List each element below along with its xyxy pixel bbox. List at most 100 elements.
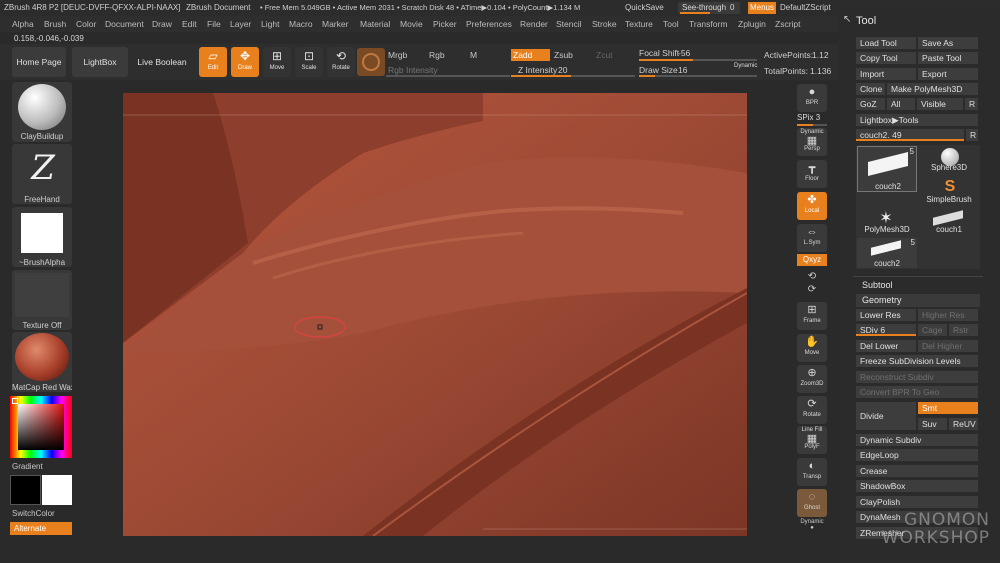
draw-mode-button[interactable]: ✥ Draw xyxy=(231,47,259,77)
goz-button[interactable]: GoZ xyxy=(856,98,885,110)
bpr-button[interactable]: ● BPR xyxy=(797,84,827,112)
zoom3d-button[interactable]: ⊕ Zoom3D xyxy=(797,365,827,393)
menu-macro[interactable]: Macro xyxy=(289,19,313,29)
rotate-axis-icons[interactable]: ⟲ ⟳ xyxy=(804,270,820,296)
reconstruct-subdiv-button[interactable]: Reconstruct Subdiv xyxy=(856,371,978,383)
tool-thumb-couch2-active[interactable]: 5 couch2 xyxy=(857,146,917,192)
goz-all-button[interactable]: All xyxy=(887,98,915,110)
texture-selector[interactable]: Texture Off xyxy=(12,270,72,330)
move-view-button[interactable]: ✋ Move xyxy=(797,334,827,362)
current-tool-slider[interactable]: couch2. 49 xyxy=(856,129,964,141)
zadd-button[interactable]: Zadd xyxy=(511,49,550,61)
menu-brush[interactable]: Brush xyxy=(44,19,66,29)
del-higher-button[interactable]: Del Higher xyxy=(918,340,978,352)
lsym-button[interactable]: ⇔ L.Sym xyxy=(797,224,827,252)
import-button[interactable]: Import xyxy=(856,68,916,80)
menu-zscript[interactable]: Zscript xyxy=(775,19,801,29)
suv-toggle[interactable]: Suv xyxy=(918,418,947,430)
focal-shift-value[interactable]: -56 xyxy=(678,48,690,58)
menu-texture[interactable]: Texture xyxy=(625,19,653,29)
material-swatch-button[interactable] xyxy=(357,48,385,76)
higher-res-button[interactable]: Higher Res xyxy=(918,309,978,321)
scale-mode-button[interactable]: ⊡ Scale xyxy=(295,47,323,77)
menu-layer[interactable]: Layer xyxy=(230,19,251,29)
dynamesh-section[interactable]: DynaMesh xyxy=(856,511,978,523)
stroke-selector[interactable]: Z FreeHand xyxy=(12,144,72,204)
default-zscript-button[interactable]: DefaultZScript xyxy=(780,3,831,12)
menu-document[interactable]: Document xyxy=(105,19,144,29)
draw-size-track[interactable] xyxy=(639,75,757,77)
menu-render[interactable]: Render xyxy=(520,19,548,29)
goz-visible-button[interactable]: Visible xyxy=(917,98,963,110)
sdiv-slider[interactable]: SDiv 6 xyxy=(856,324,916,336)
frame-button[interactable]: ⊞ Frame xyxy=(797,302,827,330)
menu-picker[interactable]: Picker xyxy=(433,19,457,29)
quicksave-button[interactable]: QuickSave xyxy=(625,3,664,12)
smt-toggle[interactable]: Smt xyxy=(918,402,978,414)
transp-button[interactable]: ◐ Transp xyxy=(797,458,827,486)
m-button[interactable]: M xyxy=(468,49,508,61)
reuv-toggle[interactable]: ReUV xyxy=(949,418,978,430)
secondary-color-swatch[interactable] xyxy=(10,475,41,505)
lightbox-tools-button[interactable]: Lightbox▶Tools xyxy=(856,114,978,126)
alternate-button[interactable]: Alternate xyxy=(10,522,72,535)
material-selector[interactable]: MatCap Red Wax xyxy=(12,332,72,392)
rotate-mode-button[interactable]: ⟲ Rotate xyxy=(327,47,355,77)
menu-color[interactable]: Color xyxy=(76,19,96,29)
zremesher-section[interactable]: ZRemesher xyxy=(856,527,978,539)
claypolish-section[interactable]: ClayPolish xyxy=(856,496,978,508)
tool-thumb-couch1[interactable]: couch1 xyxy=(919,208,979,252)
brush-selector[interactable]: ClayBuildup xyxy=(12,82,72,142)
freeze-subdivision-button[interactable]: Freeze SubDivision Levels xyxy=(856,355,978,367)
menu-preferences[interactable]: Preferences xyxy=(466,19,512,29)
menu-movie[interactable]: Movie xyxy=(400,19,423,29)
edgeloop-section[interactable]: EdgeLoop xyxy=(856,449,978,461)
color-square[interactable] xyxy=(18,404,64,450)
geometry-section-header[interactable]: Geometry xyxy=(856,294,980,307)
dynamic-size-toggle[interactable]: Dynamic xyxy=(734,63,757,69)
floor-button[interactable]: ┳ Floor xyxy=(797,160,827,188)
mrgb-button[interactable]: Mrgb xyxy=(386,49,426,61)
z-intensity-value[interactable]: 20 xyxy=(558,65,567,75)
rstr-button[interactable]: Rstr xyxy=(949,324,978,336)
divide-button[interactable]: Divide xyxy=(856,402,916,430)
menu-marker[interactable]: Marker xyxy=(322,19,348,29)
gradient-toggle[interactable]: Gradient xyxy=(12,462,43,471)
color-picker[interactable] xyxy=(10,396,72,458)
copy-tool-button[interactable]: Copy Tool xyxy=(856,52,916,64)
menu-tool[interactable]: Tool xyxy=(663,19,679,29)
switch-color-button[interactable]: SwitchColor xyxy=(12,509,55,518)
zsub-button[interactable]: Zsub xyxy=(552,49,592,61)
save-as-button[interactable]: Save As xyxy=(918,37,978,49)
del-lower-button[interactable]: Del Lower xyxy=(856,340,916,352)
make-polymesh-button[interactable]: Make PolyMesh3D xyxy=(887,83,978,95)
local-button[interactable]: ✤ Local xyxy=(797,192,827,220)
menu-draw[interactable]: Draw xyxy=(152,19,172,29)
cage-button[interactable]: Cage xyxy=(918,324,947,336)
seethrough-slider[interactable]: See-through 0 xyxy=(678,2,740,14)
zcut-button[interactable]: Zcut xyxy=(594,49,634,61)
paste-tool-button[interactable]: Paste Tool xyxy=(918,52,978,64)
live-boolean-button[interactable]: Live Boolean xyxy=(134,47,190,77)
menu-zplugin[interactable]: Zplugin xyxy=(738,19,766,29)
edit-mode-button[interactable]: ▱ Edit xyxy=(199,47,227,77)
palette-menu-icon[interactable]: ↖ xyxy=(843,14,851,25)
rgb-button[interactable]: Rgb xyxy=(427,49,467,61)
menu-stroke[interactable]: Stroke xyxy=(592,19,617,29)
dynamic-subdiv-section[interactable]: Dynamic Subdiv xyxy=(856,434,978,446)
menu-transform[interactable]: Transform xyxy=(689,19,727,29)
current-tool-r-button[interactable]: R xyxy=(966,129,978,141)
xyz-button[interactable]: Qxyz xyxy=(797,254,827,266)
spix-slider[interactable]: SPix 3 xyxy=(797,113,827,126)
goz-r-button[interactable]: R xyxy=(965,98,978,110)
alpha-selector[interactable]: ~BrushAlpha xyxy=(12,207,72,267)
tool-thumb-couch2[interactable]: 5 couch2 xyxy=(857,238,917,268)
main-color-swatch[interactable] xyxy=(42,475,72,505)
rotate-view-button[interactable]: ⟳ Rotate xyxy=(797,396,827,424)
persp-button[interactable]: Dynamic ▦ Persp xyxy=(797,128,827,156)
menu-material[interactable]: Material xyxy=(360,19,390,29)
polyf-button[interactable]: Line Fill ▦ PolyF xyxy=(797,426,827,454)
subtool-section-header[interactable]: Subtool xyxy=(856,279,980,292)
menus-toggle[interactable]: Menus xyxy=(748,2,776,14)
lower-res-button[interactable]: Lower Res xyxy=(856,309,916,321)
